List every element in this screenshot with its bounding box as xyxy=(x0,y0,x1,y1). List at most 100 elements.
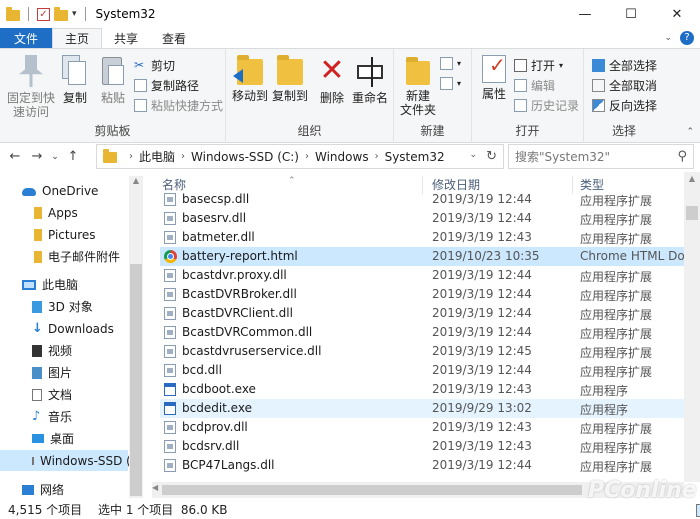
properties-label: 属性 xyxy=(481,87,506,101)
new-item-button[interactable]: ▾ xyxy=(440,57,461,70)
cut-button[interactable]: ✂ 剪切 xyxy=(134,57,175,74)
address-bar[interactable]: › 此电脑 › Windows-SSD (C:) › Windows › Sys… xyxy=(96,144,504,169)
selection-info: 选中 1 个项目 86.0 KB xyxy=(98,503,228,517)
help-icon[interactable]: ? xyxy=(680,31,694,45)
copy-to-button[interactable]: 复制到 xyxy=(270,55,310,103)
edit-button[interactable]: 编辑 xyxy=(514,77,555,94)
close-button[interactable]: ✕ xyxy=(654,0,700,28)
downloads-icon: ↓ xyxy=(32,320,43,336)
scrollbar-thumb[interactable] xyxy=(130,264,142,496)
pin-to-quick-access-button[interactable]: 固定到快 速访问 xyxy=(6,55,56,119)
search-input[interactable]: 搜索"System32" ⚲ xyxy=(508,144,694,169)
nav-item-email-attachments[interactable]: 电子邮件附件 xyxy=(0,246,128,267)
nav-item-windows-ssd[interactable]: Windows-SSD ( xyxy=(0,450,131,471)
minimize-button[interactable]: — xyxy=(562,0,608,28)
scroll-left-arrow-icon[interactable]: ◀ xyxy=(152,483,158,492)
title-bar: ✓ ▾ System32 — ☐ ✕ xyxy=(0,0,700,28)
delete-button[interactable]: ✕ 删除 xyxy=(316,55,348,106)
rename-button[interactable]: 重命名 xyxy=(350,55,390,105)
nav-item-videos[interactable]: 视频 xyxy=(0,340,128,361)
navigation-pane-scrollbar[interactable]: ▲ xyxy=(129,176,143,498)
new-folder-icon[interactable] xyxy=(54,6,68,21)
file-row[interactable]: basecsp.dll 2019/3/19 12:44 应用程序扩展 xyxy=(160,190,684,209)
scrollbar-thumb[interactable] xyxy=(686,206,698,220)
history-button[interactable]: 历史记录 xyxy=(514,97,579,114)
file-type: 应用程序扩展 xyxy=(580,308,653,322)
up-arrow-icon[interactable]: ↑ xyxy=(62,149,84,164)
paste-button[interactable]: 粘贴 xyxy=(96,55,130,105)
nav-item-label: 视频 xyxy=(48,344,73,358)
file-row[interactable]: BcastDVRCommon.dll 2019/3/19 12:44 应用程序扩… xyxy=(160,323,684,342)
file-row-hover[interactable]: bcdedit.exe 2019/9/29 13:02 应用程序 xyxy=(160,399,684,418)
breadcrumb-drive[interactable]: Windows-SSD (C:) xyxy=(191,150,299,164)
file-name: bcdprov.dll xyxy=(182,420,248,434)
tab-home[interactable]: 主页 xyxy=(52,28,103,48)
file-row[interactable]: bcd.dll 2019/3/19 12:44 应用程序扩展 xyxy=(160,361,684,380)
file-row[interactable]: bcdsrv.dll 2019/3/19 12:43 应用程序扩展 xyxy=(160,437,684,456)
nav-item-network[interactable]: 网络 xyxy=(0,479,128,498)
scroll-up-arrow-icon[interactable]: ▲ xyxy=(684,174,700,183)
file-row[interactable]: BcastDVRClient.dll 2019/3/19 12:44 应用程序扩… xyxy=(160,304,684,323)
address-dropdown-icon[interactable]: ⌄ xyxy=(469,150,477,160)
dropdown-icon: ▾ xyxy=(457,59,462,68)
scrollbar-thumb[interactable] xyxy=(162,485,582,495)
breadcrumb-this-pc[interactable]: 此电脑 xyxy=(139,148,175,165)
file-row[interactable]: batmeter.dll 2019/3/19 12:43 应用程序扩展 xyxy=(160,228,684,247)
nav-item-3d-objects[interactable]: 3D 对象 xyxy=(0,296,128,317)
file-row-selected[interactable]: battery-report.html 2019/10/23 10:35 Chr… xyxy=(160,247,684,266)
back-arrow-icon[interactable]: ← xyxy=(4,149,26,164)
nav-item-music[interactable]: ♪ 音乐 xyxy=(0,406,128,427)
file-row[interactable]: bcastdvruserservice.dll 2019/3/19 12:45 … xyxy=(160,342,684,361)
tab-share[interactable]: 共享 xyxy=(102,28,150,48)
recent-locations-chevron-icon[interactable]: ⌄ xyxy=(48,152,62,162)
invert-selection-button[interactable]: 反向选择 xyxy=(592,97,657,114)
nav-item-pictures-library[interactable]: 图片 xyxy=(0,362,128,383)
nav-item-downloads[interactable]: ↓ Downloads xyxy=(0,318,128,339)
open-group-label: 打开 xyxy=(515,124,540,138)
network-icon xyxy=(22,484,34,495)
file-name: bcastdvr.proxy.dll xyxy=(182,268,287,282)
divider xyxy=(28,7,29,21)
nav-item-desktop[interactable]: 桌面 xyxy=(0,428,128,449)
dll-file-icon xyxy=(164,307,176,320)
properties-check-icon[interactable]: ✓ xyxy=(37,7,50,21)
file-row[interactable]: bcastdvr.proxy.dll 2019/3/19 12:44 应用程序扩… xyxy=(160,266,684,285)
file-row[interactable]: BCP47Langs.dll 2019/3/19 12:44 应用程序扩展 xyxy=(160,456,684,475)
tab-file[interactable]: 文件 xyxy=(0,28,52,48)
nav-item-apps[interactable]: Apps xyxy=(0,202,128,223)
file-row[interactable]: bcdboot.exe 2019/3/19 12:43 应用程序 xyxy=(160,380,684,399)
maximize-button[interactable]: ☐ xyxy=(608,0,654,28)
large-icons-view-icon[interactable] xyxy=(696,504,700,517)
copy-button[interactable]: 复制 xyxy=(58,55,92,105)
open-button[interactable]: 打开 ▾ xyxy=(514,57,563,74)
scroll-up-arrow-icon[interactable]: ▲ xyxy=(129,176,143,185)
file-row[interactable]: BcastDVRBroker.dll 2019/3/19 12:44 应用程序扩… xyxy=(160,285,684,304)
easy-access-button[interactable]: ▾ xyxy=(440,77,461,90)
nav-item-pictures[interactable]: Pictures xyxy=(0,224,128,245)
new-folder-button[interactable]: 新建 文件夹 xyxy=(398,55,438,117)
paste-shortcut-button[interactable]: 粘贴快捷方式 xyxy=(134,97,223,114)
tab-view[interactable]: 查看 xyxy=(150,28,198,48)
nav-item-this-pc[interactable]: 此电脑 xyxy=(0,274,128,295)
properties-button[interactable]: 属性 xyxy=(476,55,512,101)
file-row[interactable]: basesrv.dll 2019/3/19 12:44 应用程序扩展 xyxy=(160,209,684,228)
nav-item-label: 音乐 xyxy=(48,410,73,424)
file-date: 2019/3/19 12:45 xyxy=(432,344,532,358)
navigation-bar: ← → ⌄ ↑ › 此电脑 › Windows-SSD (C:) › Windo… xyxy=(0,144,700,169)
chevron-down-icon[interactable]: ⌄ xyxy=(664,33,672,43)
move-to-button[interactable]: 移动到 xyxy=(230,55,270,103)
file-row[interactable]: bcdprov.dll 2019/3/19 12:43 应用程序扩展 xyxy=(160,418,684,437)
file-list-vertical-scrollbar[interactable]: ▲ xyxy=(684,172,700,482)
breadcrumb-system32[interactable]: System32 xyxy=(385,150,445,164)
folder-icon[interactable] xyxy=(6,6,20,21)
customize-toolbar-dropdown[interactable]: ▾ xyxy=(72,9,77,19)
select-none-button[interactable]: 全部取消 xyxy=(592,77,657,94)
collapse-ribbon-icon[interactable]: ⌃ xyxy=(686,127,694,137)
nav-item-documents[interactable]: 文档 xyxy=(0,384,128,405)
select-all-button[interactable]: 全部选择 xyxy=(592,57,657,74)
nav-item-onedrive[interactable]: OneDrive xyxy=(0,180,128,201)
breadcrumb-windows[interactable]: Windows xyxy=(315,150,369,164)
refresh-icon[interactable]: ↻ xyxy=(486,149,497,164)
copy-path-button[interactable]: 复制路径 xyxy=(134,77,199,94)
forward-arrow-icon[interactable]: → xyxy=(26,149,48,164)
